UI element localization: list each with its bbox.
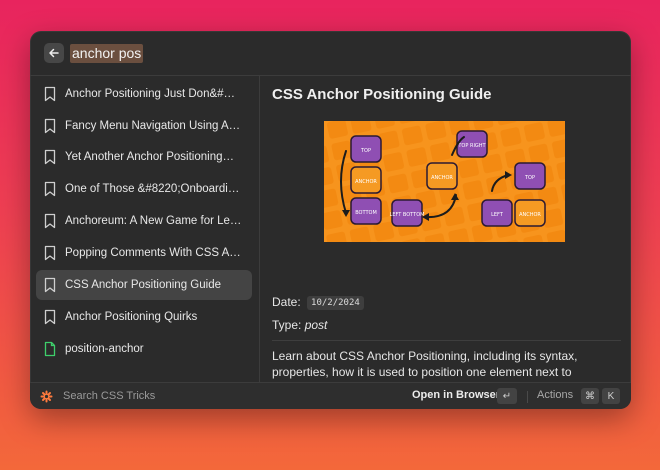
k-key-icon: K xyxy=(602,388,620,404)
article-thumbnail: TOP ANCHOR BOTTOM LEFT BOTTOM ANCHOR TOP… xyxy=(324,121,565,242)
box-left-bottom-label: LEFT BOTTOM xyxy=(390,212,425,218)
bookmark-icon xyxy=(44,309,56,325)
detail-pane: CSS Anchor Positioning Guide TOP ANCHOR … xyxy=(260,76,631,382)
detail-description: Learn about CSS Anchor Positioning, incl… xyxy=(272,349,596,382)
list-item[interactable]: Anchor Positioning Just Don&#… xyxy=(36,79,252,109)
date-value: 10/2/2024 xyxy=(307,296,364,310)
list-item-label: Yet Another Anchor Positioning… xyxy=(65,151,234,163)
list-item-label: position-anchor xyxy=(65,343,144,355)
list-item-label: Anchoreum: A New Game for Le… xyxy=(65,215,242,227)
list-item-selected[interactable]: CSS Anchor Positioning Guide xyxy=(36,270,252,300)
bookmark-icon xyxy=(44,181,56,197)
action-bar: Search CSS Tricks Open in Browser ↵ Acti… xyxy=(30,382,631,409)
search-input[interactable]: anchor pos xyxy=(70,44,144,63)
list-item-label: One of Those &#8220;Onboardi… xyxy=(65,183,240,195)
launcher-window: anchor pos Anchor Positioning Just Don&#… xyxy=(30,31,631,409)
css-tricks-logo-icon xyxy=(40,390,53,403)
bookmark-icon xyxy=(44,86,56,102)
list-item-label: Fancy Menu Navigation Using A… xyxy=(65,120,241,132)
list-item[interactable]: Yet Another Anchor Positioning… xyxy=(36,142,252,172)
box-top-label-2: TOP xyxy=(524,175,535,181)
box-left-label: LEFT xyxy=(491,212,504,218)
divider xyxy=(527,391,528,403)
list-item-label: CSS Anchor Positioning Guide xyxy=(65,279,221,291)
list-item[interactable]: Anchoreum: A New Game for Le… xyxy=(36,206,252,236)
bookmark-icon xyxy=(44,245,56,261)
open-in-browser-button[interactable]: Open in Browser xyxy=(412,389,500,401)
type-label: Type: xyxy=(272,318,302,332)
document-icon xyxy=(44,341,56,357)
actions-button[interactable]: Actions xyxy=(537,389,573,401)
search-bar: anchor pos xyxy=(30,31,631,76)
list-item-label: Popping Comments With CSS A… xyxy=(65,247,241,259)
results-list: Anchor Positioning Just Don&#… Fancy Men… xyxy=(30,76,260,382)
list-item[interactable]: Fancy Menu Navigation Using A… xyxy=(36,111,252,141)
command-key-icon: ⌘ xyxy=(581,388,599,404)
enter-key-icon: ↵ xyxy=(497,388,517,404)
list-item[interactable]: One of Those &#8220;Onboardi… xyxy=(36,174,252,204)
arrow-left-icon xyxy=(49,48,59,58)
box-top-right-label: TOP RIGHT xyxy=(457,143,486,149)
box-anchor-center-label: ANCHOR xyxy=(431,175,453,181)
meta-date: Date: 10/2/2024 xyxy=(272,295,364,310)
box-anchor-label: ANCHOR xyxy=(355,179,377,185)
list-item[interactable]: Anchor Positioning Quirks xyxy=(36,302,252,332)
bookmark-icon xyxy=(44,277,56,293)
box-top-label: TOP xyxy=(360,148,371,154)
extension-name: Search CSS Tricks xyxy=(63,390,156,402)
back-button[interactable] xyxy=(44,43,64,63)
meta-type: Type: post xyxy=(272,318,327,332)
list-item-label: Anchor Positioning Quirks xyxy=(65,311,198,323)
bookmark-icon xyxy=(44,118,56,134)
list-item[interactable]: position-anchor xyxy=(36,334,252,364)
type-value: post xyxy=(304,318,328,332)
date-label: Date: xyxy=(272,295,301,309)
divider xyxy=(272,340,621,341)
detail-title: CSS Anchor Positioning Guide xyxy=(272,86,492,103)
bookmark-icon xyxy=(44,213,56,229)
bookmark-icon xyxy=(44,149,56,165)
box-anchor-label-2: ANCHOR xyxy=(519,212,541,218)
box-bottom-label: BOTTOM xyxy=(355,210,377,216)
list-item[interactable]: Popping Comments With CSS A… xyxy=(36,238,252,268)
list-item-label: Anchor Positioning Just Don&#… xyxy=(65,88,236,100)
